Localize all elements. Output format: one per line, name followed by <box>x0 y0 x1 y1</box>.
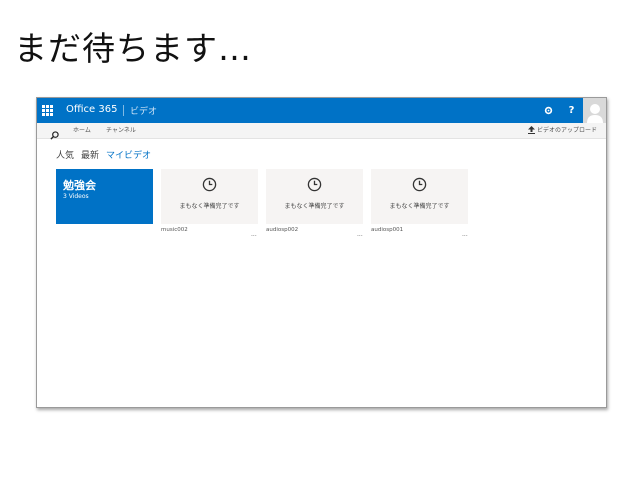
channel-video-count: 3 Videos <box>63 193 89 200</box>
tab-latest[interactable]: 最新 <box>81 148 99 161</box>
upload-label: ビデオのアップロード <box>536 127 597 134</box>
clock-icon <box>412 177 427 192</box>
help-button[interactable]: ? <box>560 98 583 123</box>
app-name[interactable]: Office 365 <box>66 104 117 115</box>
settings-gear-icon[interactable] <box>537 98 560 123</box>
clock-icon <box>202 177 217 192</box>
channel-tile[interactable]: 勉強会 3 Videos <box>56 169 153 224</box>
tab-my-videos[interactable]: マイビデオ <box>106 148 151 161</box>
app-launcher-icon[interactable] <box>42 105 53 116</box>
video-name[interactable]: audiosp002 <box>266 227 298 233</box>
video-nav-bar: ホーム チャンネル ビデオのアップロード <box>37 123 606 140</box>
nav-channels-link[interactable]: チャンネル <box>106 125 136 134</box>
upload-icon <box>527 125 535 134</box>
video-tile[interactable]: まもなく準備完了です <box>161 169 258 224</box>
video-tabs: 人気 最新 マイビデオ <box>56 148 151 161</box>
browser-window: Office 365 ビデオ ? ホーム チャンネル ビデオのアップロード 人気… <box>36 97 607 408</box>
suite-bar: Office 365 ビデオ ? <box>37 98 606 123</box>
upload-video-button[interactable]: ビデオのアップロード <box>527 125 597 134</box>
clock-icon <box>307 177 322 192</box>
video-more-button[interactable]: ... <box>462 232 468 238</box>
slide-title: まだ待ちます… <box>14 29 252 68</box>
video-status: まもなく準備完了です <box>284 203 345 210</box>
divider <box>123 105 124 116</box>
video-more-button[interactable]: ... <box>357 232 363 238</box>
section-name[interactable]: ビデオ <box>130 104 157 117</box>
tab-popular[interactable]: 人気 <box>56 148 74 161</box>
video-status: まもなく準備完了です <box>179 203 240 210</box>
channel-title: 勉強会 <box>63 179 96 192</box>
video-more-button[interactable]: ... <box>251 232 257 238</box>
avatar[interactable] <box>583 98 606 123</box>
search-icon[interactable] <box>50 125 59 144</box>
video-name[interactable]: music002 <box>161 227 188 233</box>
video-name[interactable]: audiosp001 <box>371 227 403 233</box>
nav-home-link[interactable]: ホーム <box>73 125 91 134</box>
video-status: まもなく準備完了です <box>389 203 450 210</box>
video-tile[interactable]: まもなく準備完了です <box>266 169 363 224</box>
video-tile[interactable]: まもなく準備完了です <box>371 169 468 224</box>
suite-bar-actions: ? <box>537 98 606 123</box>
